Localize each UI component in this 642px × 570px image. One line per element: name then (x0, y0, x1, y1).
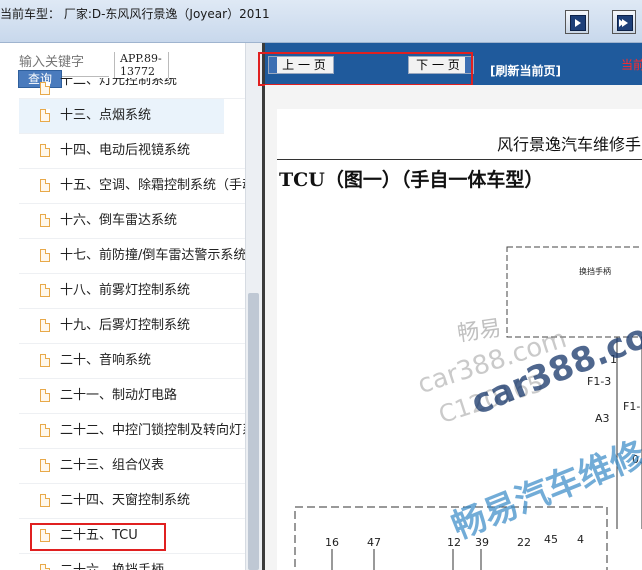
document-icon (40, 179, 50, 192)
tree-item-door-lock[interactable]: 二十二、中控门锁控制及转向灯系统 (19, 414, 249, 449)
nav-buttons-highlight (258, 52, 473, 86)
left-panel: 查询 APP.89-13772 十二、灯光控制系统 十三、点烟系统 十四、电动后… (0, 43, 262, 570)
fullscreen-button[interactable] (612, 10, 636, 34)
document-icon (40, 424, 50, 437)
keyword-search-input[interactable] (19, 53, 94, 71)
tree-item-sunroof[interactable]: 二十四、天窗控制系统 (19, 484, 249, 519)
connector-label: 1 (610, 353, 617, 366)
tree-scrollbar[interactable] (245, 43, 262, 570)
document-icon (40, 354, 50, 367)
tree-item-lighting[interactable]: 十二、灯光控制系统 (19, 78, 249, 99)
connector-label: F1-3 (587, 375, 611, 388)
connector-label: A3 (595, 412, 610, 425)
document-icon (40, 249, 50, 262)
pin-number: 45 (544, 533, 558, 546)
document-icon (40, 214, 50, 227)
pin-number: 22 (517, 536, 531, 549)
document-icon (40, 144, 50, 157)
refresh-page-link[interactable]: [刷新当前页] (490, 62, 561, 79)
wiring-diagram: 换挡手柄 1 F1-3 F1- A3 0. 16 47 12 39 22 45 … (294, 246, 642, 570)
chapter-tree: 十二、灯光控制系统 十三、点烟系统 十四、电动后视镜系统 十五、空调、除霜控制系… (19, 78, 249, 570)
tree-item-rear-fog[interactable]: 十九、后雾灯控制系统 (19, 309, 249, 344)
collapse-panel-button[interactable] (565, 10, 589, 34)
tree-item-brake-light[interactable]: 二十一、制动灯电路 (19, 379, 249, 414)
document-icon (40, 319, 50, 332)
current-vehicle-title: 当前车型： 厂家:D-东风风行景逸（Joyear）2011 (0, 7, 270, 21)
tree-item-ac[interactable]: 十五、空调、除霜控制系统（手动） (19, 169, 249, 204)
manual-page: 风行景逸汽车维修手 TCU（图一）（手自一体车型） 换挡手柄 1 F1-3 F1… (277, 109, 642, 570)
connector-label: 0. (632, 453, 642, 466)
shift-handle-block (506, 246, 642, 338)
arrow-right-icon (570, 15, 586, 31)
tree-item-front-fog[interactable]: 十八、前雾灯控制系统 (19, 274, 249, 309)
tree-item-shift-handle[interactable]: 二十六、换挡手柄 (19, 554, 249, 570)
double-arrow-icon (617, 15, 633, 31)
tree-item-parking-radar[interactable]: 十六、倒车雷达系统 (19, 204, 249, 239)
connector-label: F1- (623, 400, 640, 413)
document-icon (40, 494, 50, 507)
document-icon (40, 389, 50, 402)
current-page-label: 当前 (621, 58, 642, 72)
document-icon (40, 284, 50, 297)
document-viewer[interactable]: 风行景逸汽车维修手 TCU（图一）（手自一体车型） 换挡手柄 1 F1-3 F1… (265, 85, 642, 570)
pin-number: 47 (367, 536, 381, 549)
selected-item-highlight (30, 523, 166, 551)
pin-number: 39 (475, 536, 489, 549)
pin-number: 4 (577, 533, 584, 546)
document-icon (40, 109, 50, 122)
pin-number: 16 (325, 536, 339, 549)
tree-item-mirror[interactable]: 十四、电动后视镜系统 (19, 134, 249, 169)
tree-item-instrument-cluster[interactable]: 二十三、组合仪表 (19, 449, 249, 484)
app-id-label: APP.89-13772 (114, 52, 169, 78)
document-icon (40, 459, 50, 472)
tree-item-cigarette-lighter[interactable]: 十三、点烟系统 (19, 99, 224, 134)
pin-number: 12 (447, 536, 461, 549)
top-header: 当前车型： 厂家:D-东风风行景逸（Joyear）2011 (0, 0, 642, 43)
scrollbar-thumb[interactable] (248, 293, 259, 570)
tree-item-collision-warning[interactable]: 十七、前防撞/倒车雷达警示系统 (19, 239, 249, 274)
shift-handle-block-label: 换挡手柄 (579, 266, 611, 276)
tree-item-audio[interactable]: 二十、音响系统 (19, 344, 249, 379)
document-icon (40, 564, 50, 570)
document-icon (40, 82, 50, 95)
